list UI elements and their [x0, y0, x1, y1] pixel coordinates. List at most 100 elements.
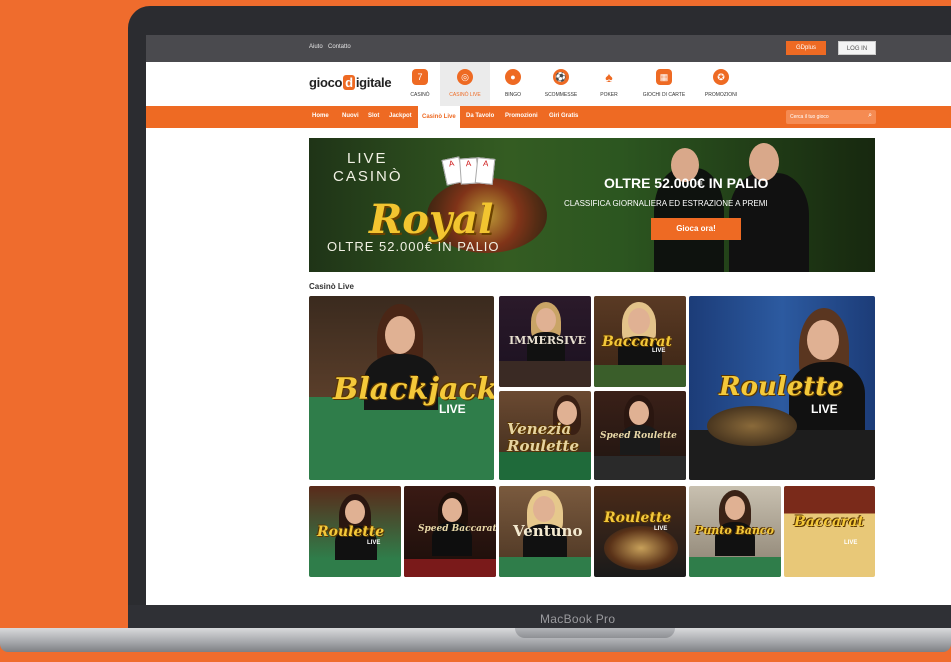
game-title: Speed Roulette: [600, 431, 677, 441]
banner-subline: CLASSIFICA GIORNALIERA ED ESTRAZIONE A P…: [564, 199, 768, 208]
table-felt: [404, 559, 496, 577]
login-button[interactable]: LOG IN: [838, 41, 876, 55]
game-subtitle: LIVE: [844, 540, 858, 546]
banner-headline: OLTRE 52.000€ IN PALIO: [604, 175, 769, 191]
laptop-notch: [515, 628, 675, 638]
category-label: CASINÒ: [410, 92, 430, 98]
play-now-button[interactable]: Gioca ora!: [651, 218, 741, 240]
spade-icon: ♠: [605, 69, 613, 85]
category-label: SCOMMESSE: [544, 92, 578, 98]
card: A: [474, 157, 496, 185]
game-tile-baccarat-squeeze[interactable]: Baccarat LIVE: [784, 486, 875, 577]
category-casino[interactable]: 7 CASINÒ: [395, 62, 445, 106]
site-header: gioco d igitale 7 CASINÒ ◎ CASINÒ LIVE ● B…: [146, 62, 951, 106]
game-subtitle: LIVE: [652, 348, 666, 354]
signup-button[interactable]: GDplus: [786, 41, 826, 55]
game-title: Blackjack: [333, 372, 494, 407]
game-title: Venezia Roulette: [507, 420, 580, 455]
dealer-face: [533, 496, 555, 522]
search-placeholder: Cerca il tuo gioco: [790, 114, 829, 120]
dealer-face: [628, 308, 650, 334]
main-nav: Home Nuovi Slot Jackpot Casinò Live Da T…: [146, 106, 951, 128]
game-tile-roulette-small[interactable]: Roulette LIVE: [309, 486, 401, 577]
browser-screen: Aiuto Contatto GDplus LOG IN gioco d igita…: [146, 35, 951, 605]
game-title: Roulette: [604, 510, 672, 526]
game-subtitle: LIVE: [654, 526, 668, 532]
dealer-face: [385, 316, 415, 354]
dealer-face: [442, 498, 462, 522]
table-felt: [499, 361, 591, 387]
bingo-ball-icon: ●: [505, 69, 521, 85]
game-title: Roulette: [719, 372, 844, 402]
game-title: Punto Banco: [695, 524, 774, 537]
category-bingo[interactable]: ● BINGO: [488, 62, 538, 106]
promo-banner[interactable]: A A A LIVE CASINÒ Royal OLTRE 52.000€ IN…: [309, 138, 875, 272]
roulette-table: [594, 456, 686, 480]
nav-home[interactable]: Home: [312, 113, 329, 119]
table-felt: [689, 557, 781, 577]
game-tile-ventuno[interactable]: Ventuno: [499, 486, 591, 577]
category-label: PROMOZIONI: [704, 92, 738, 98]
table-felt: [594, 365, 686, 387]
game-title: Ventuno: [513, 522, 583, 540]
site-logo[interactable]: gioco d igitale: [309, 75, 392, 90]
game-tile-venezia-roulette[interactable]: Venezia Roulette: [499, 391, 591, 480]
search-input[interactable]: Cerca il tuo gioco ⌕: [786, 110, 876, 124]
laptop-base: [0, 628, 951, 652]
game-tile-speed-baccarat[interactable]: Speed Baccarat: [404, 486, 496, 577]
game-title: Baccarat: [794, 514, 864, 530]
help-link[interactable]: Aiuto: [309, 44, 323, 50]
nav-casino-live[interactable]: Casinò Live: [418, 106, 460, 128]
banner-prize-text: OLTRE 52.000€ IN PALIO: [327, 239, 500, 254]
game-title: Roulette: [317, 524, 385, 540]
utility-bar: Aiuto Contatto GDplus LOG IN: [146, 35, 951, 62]
game-subtitle: LIVE: [367, 540, 381, 546]
cards-icon: ▦: [656, 69, 672, 85]
banner-royal-logo: Royal: [369, 196, 494, 243]
live-chip-icon: ◎: [457, 69, 473, 85]
dealer-face: [629, 401, 649, 425]
game-subtitle: LIVE: [811, 402, 838, 416]
slot-777-icon: 7: [412, 69, 428, 85]
game-title: Speed Baccarat: [418, 524, 496, 534]
logo-text-left: gioco: [309, 75, 343, 90]
dealer-face: [536, 308, 556, 332]
game-tile-immersive[interactable]: IMMERSIVE: [499, 296, 591, 387]
roulette-wheel-image: [604, 526, 678, 570]
nav-promozioni[interactable]: Promozioni: [505, 113, 538, 119]
category-label: CASINÒ LIVE: [449, 92, 481, 98]
banner-casino-text: CASINÒ: [333, 168, 403, 185]
search-icon[interactable]: ⌕: [868, 112, 872, 120]
game-tile-baccarat[interactable]: Baccarat LIVE: [594, 296, 686, 387]
table-felt: [309, 410, 494, 480]
contact-link[interactable]: Contatto: [328, 44, 351, 50]
nav-da-tavolo[interactable]: Da Tavolo: [466, 113, 494, 119]
logo-text-mark: d: [343, 75, 355, 90]
category-label: GIOCHI DI CARTE: [642, 92, 686, 98]
dealer-face: [725, 496, 745, 520]
logo-text-right: igitale: [355, 75, 392, 90]
table-felt: [499, 452, 591, 480]
game-tile-punto-banco[interactable]: Punto Banco: [689, 486, 781, 577]
category-casino-live[interactable]: ◎ CASINÒ LIVE: [440, 62, 490, 106]
game-subtitle: LIVE: [439, 402, 466, 416]
football-icon: ⚽: [553, 69, 569, 85]
category-label: BINGO: [504, 92, 522, 98]
nav-giri-gratis[interactable]: Giri Gratis: [549, 113, 578, 119]
section-title: Casinò Live: [309, 282, 354, 291]
category-scommesse[interactable]: ⚽ SCOMMESSE: [536, 62, 586, 106]
game-tile-auto-roulette[interactable]: Roulette LIVE: [594, 486, 686, 577]
nav-jackpot[interactable]: Jackpot: [389, 113, 412, 119]
game-tile-blackjack[interactable]: Blackjack LIVE: [309, 296, 494, 480]
category-giochi-di-carte[interactable]: ▦ GIOCHI DI CARTE: [636, 62, 692, 106]
dealer-face: [345, 500, 365, 524]
nav-nuovi[interactable]: Nuovi: [342, 113, 359, 119]
game-tile-roulette-live[interactable]: Roulette LIVE: [689, 296, 875, 480]
game-tile-speed-roulette[interactable]: Speed Roulette: [594, 391, 686, 480]
ribbon-icon: ✪: [713, 69, 729, 85]
dealer-face: [807, 320, 839, 360]
category-promozioni[interactable]: ✪ PROMOZIONI: [696, 62, 746, 106]
category-poker[interactable]: ♠ POKER: [584, 62, 634, 106]
nav-slot[interactable]: Slot: [368, 113, 379, 119]
device-label: MacBook Pro: [540, 612, 616, 626]
